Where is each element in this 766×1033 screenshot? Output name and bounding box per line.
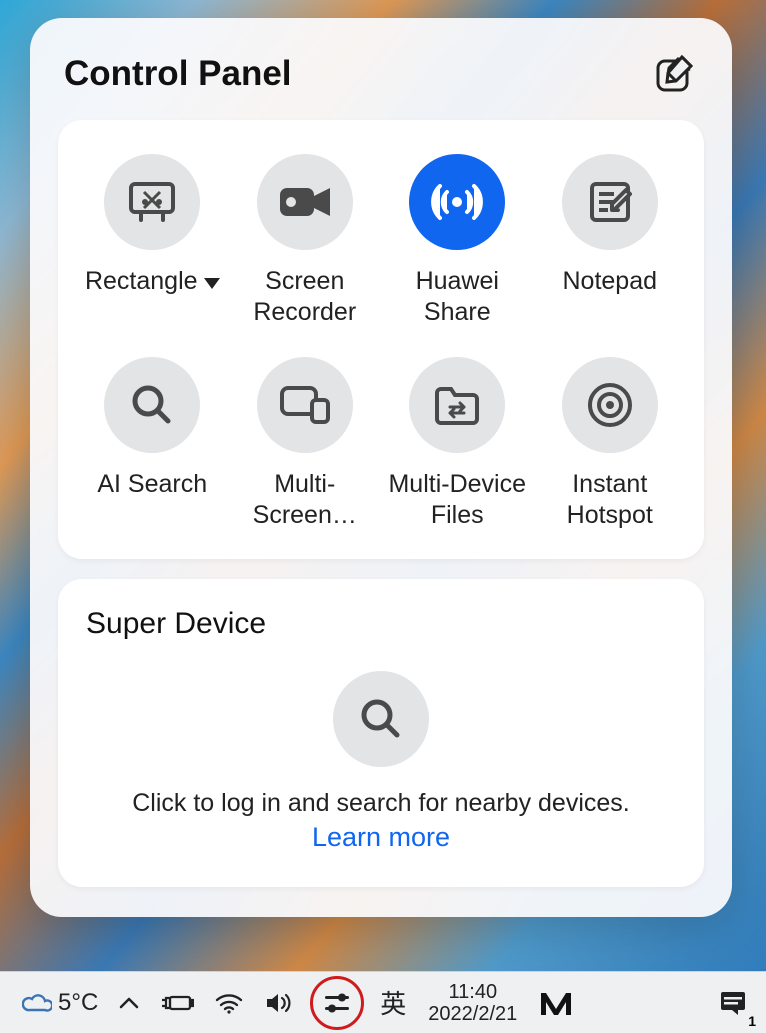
taskbar-wifi[interactable] <box>204 972 254 1033</box>
edit-icon <box>654 54 694 94</box>
quick-actions-card: Rectangle Screen Recorder <box>58 120 704 559</box>
super-device-search-button[interactable] <box>333 671 429 767</box>
search-icon <box>357 695 405 743</box>
learn-more-link[interactable]: Learn more <box>312 822 450 853</box>
screenshot-icon <box>104 154 200 250</box>
tile-multi-device-files[interactable]: Multi-Device Files <box>381 357 534 532</box>
notification-icon <box>718 989 748 1017</box>
taskbar-date: 2022/2/21 <box>428 1003 517 1025</box>
sliders-icon <box>322 991 352 1015</box>
tile-huawei-share[interactable]: Huawei Share <box>381 154 534 329</box>
super-device-card: Super Device Click to log in and search … <box>58 579 704 887</box>
folder-sync-icon <box>409 357 505 453</box>
weather-cloud-icon <box>22 992 52 1014</box>
search-icon <box>104 357 200 453</box>
tile-multi-screen[interactable]: Multi-Screen… <box>229 357 382 532</box>
notepad-icon <box>562 154 658 250</box>
power-plug-icon <box>160 992 194 1014</box>
tile-ai-search[interactable]: AI Search <box>76 357 229 532</box>
panel-header: Control Panel <box>58 46 704 120</box>
taskbar-notifications[interactable]: 1 <box>708 972 758 1033</box>
tile-label: Notepad <box>562 266 657 328</box>
tile-label: Instant Hotspot <box>534 469 687 532</box>
super-device-title: Super Device <box>86 607 676 641</box>
taskbar-ime[interactable]: 英 <box>370 972 416 1033</box>
taskbar-app-m[interactable] <box>529 972 583 1033</box>
multi-screen-icon <box>257 357 353 453</box>
tile-screen-recorder[interactable]: Screen Recorder <box>229 154 382 329</box>
tile-label: Multi-Screen… <box>229 469 382 532</box>
tile-label: Rectangle <box>85 266 220 328</box>
taskbar-control-panel-button[interactable] <box>304 972 370 1033</box>
tile-label-text: Rectangle <box>85 266 198 297</box>
speaker-icon <box>264 990 294 1016</box>
taskbar-power[interactable] <box>150 972 204 1033</box>
tile-instant-hotspot[interactable]: Instant Hotspot <box>534 357 687 532</box>
taskbar-tray-chevron[interactable] <box>108 972 150 1033</box>
hotspot-icon <box>562 357 658 453</box>
taskbar: 5°C <box>0 971 766 1033</box>
taskbar-time: 11:40 <box>449 981 498 1003</box>
tile-label: Multi-Device Files <box>381 469 534 532</box>
taskbar-weather[interactable]: 5°C <box>12 972 108 1033</box>
video-camera-icon <box>257 154 353 250</box>
wifi-icon <box>214 991 244 1015</box>
ime-label: 英 <box>380 984 406 1021</box>
tile-label: Screen Recorder <box>229 266 382 329</box>
taskbar-clock[interactable]: 11:40 2022/2/21 <box>416 981 529 1025</box>
taskbar-volume[interactable] <box>254 972 304 1033</box>
control-panel: Control Panel <box>30 18 732 917</box>
notification-badge: 1 <box>748 1013 756 1029</box>
taskbar-temperature: 5°C <box>58 989 98 1017</box>
super-device-prompt: Click to log in and search for nearby de… <box>132 789 629 818</box>
tile-label: Huawei Share <box>381 266 534 329</box>
tile-notepad[interactable]: Notepad <box>534 154 687 329</box>
edit-button[interactable] <box>650 50 698 98</box>
m-logo-icon <box>539 989 573 1017</box>
dropdown-caret-icon[interactable] <box>204 278 220 289</box>
quick-actions-grid: Rectangle Screen Recorder <box>76 154 686 531</box>
broadcast-icon <box>409 154 505 250</box>
chevron-up-icon <box>118 996 140 1010</box>
panel-title: Control Panel <box>64 54 292 94</box>
tile-label: AI Search <box>97 469 207 531</box>
tile-rectangle-screenshot[interactable]: Rectangle <box>76 154 229 329</box>
